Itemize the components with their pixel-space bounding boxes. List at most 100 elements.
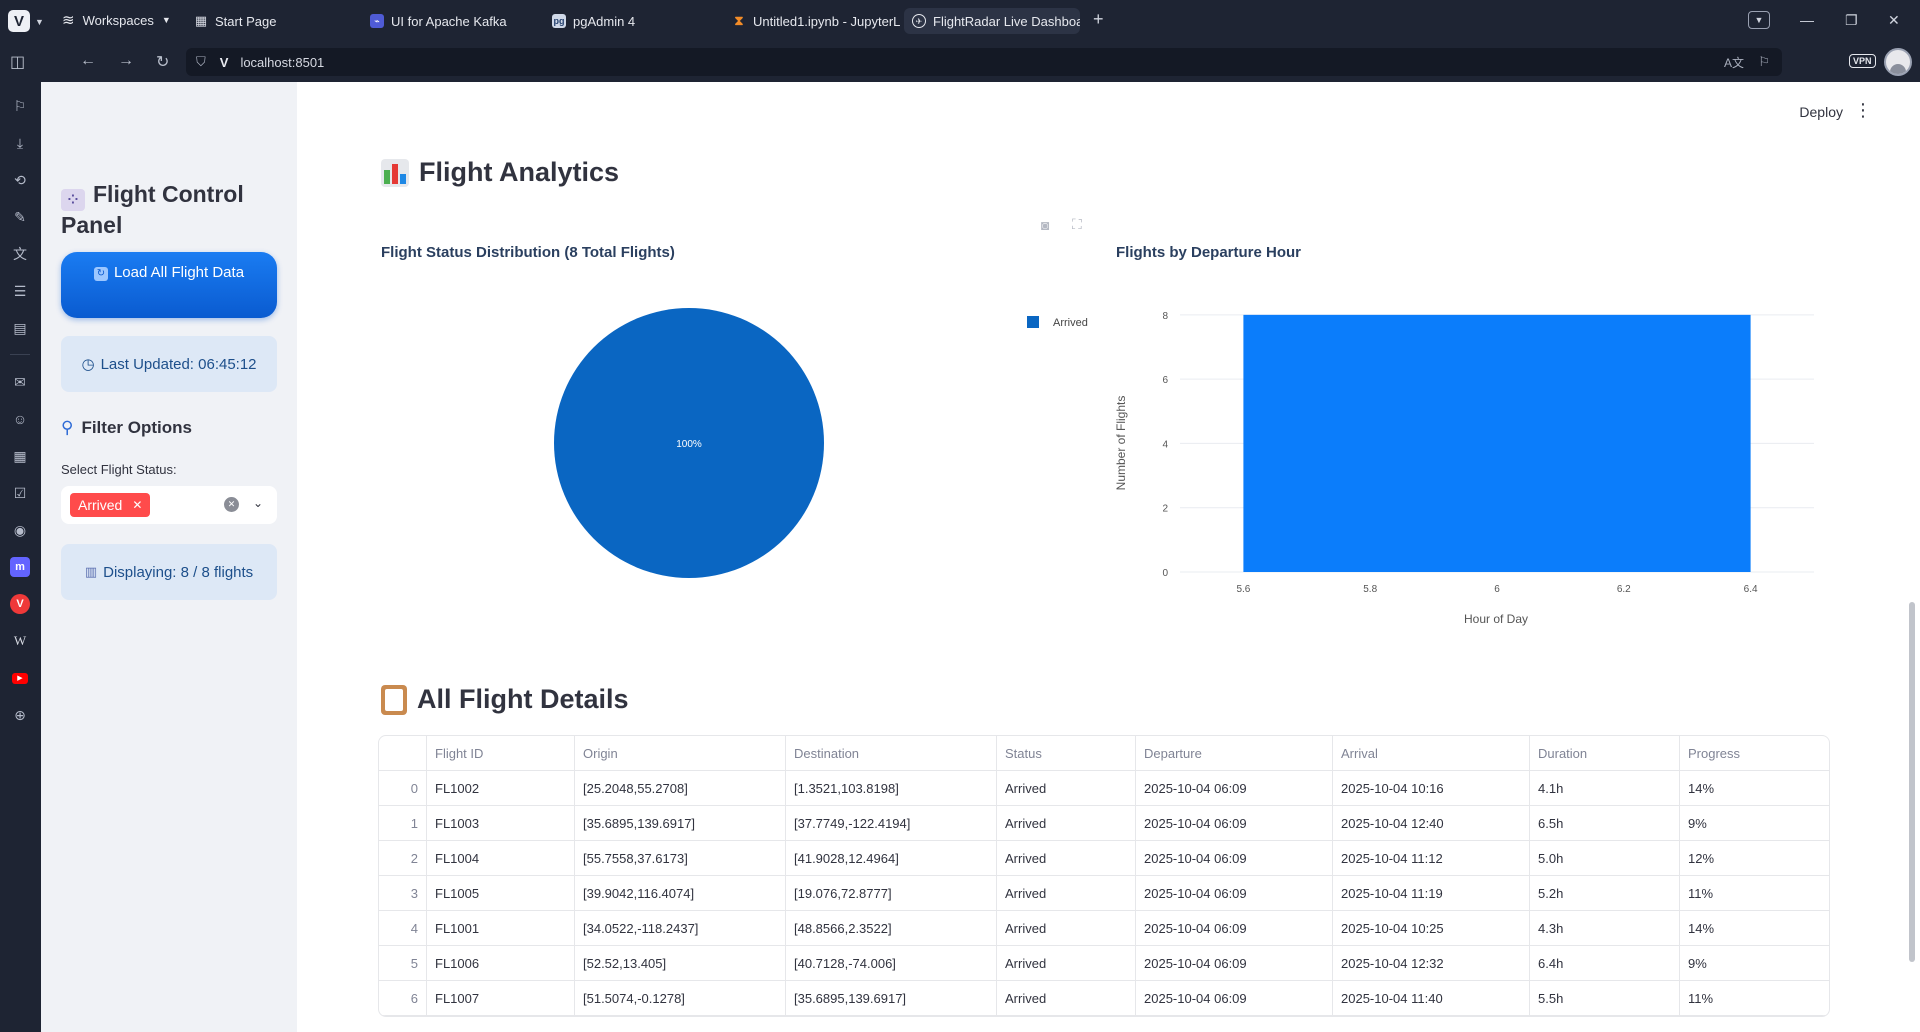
calendar-icon[interactable]: ▦ bbox=[10, 446, 30, 466]
shield-icon[interactable]: ⛉ bbox=[196, 54, 206, 70]
table-cell[interactable]: 5.2h bbox=[1530, 876, 1680, 910]
wikipedia-icon[interactable]: W bbox=[10, 631, 30, 651]
row-index-cell[interactable]: 1 bbox=[379, 806, 427, 840]
table-row[interactable]: 6 FL1007 [51.5074,-0.1278] [35.6895,139.691… bbox=[379, 981, 1829, 1016]
column-header-destination[interactable]: Destination bbox=[786, 736, 997, 770]
reader-icon[interactable]: ▤ bbox=[10, 318, 30, 338]
table-cell[interactable]: 11% bbox=[1680, 876, 1829, 910]
table-cell[interactable]: 2025-10-04 10:16 bbox=[1333, 771, 1530, 805]
tab-kafka-ui[interactable]: ⌁ UI for Apache Kafka bbox=[362, 8, 532, 34]
clear-all-icon[interactable]: ✕ bbox=[224, 497, 239, 512]
table-cell[interactable]: 2025-10-04 06:09 bbox=[1136, 841, 1333, 875]
column-header-arrival[interactable]: Arrival bbox=[1333, 736, 1530, 770]
table-cell[interactable]: 14% bbox=[1680, 911, 1829, 945]
restore-button[interactable]: ❐ bbox=[1845, 12, 1858, 29]
table-cell[interactable]: 2025-10-04 12:32 bbox=[1333, 946, 1530, 980]
chevron-down-icon[interactable]: ▼ bbox=[35, 17, 44, 27]
page-scrollbar[interactable] bbox=[1909, 602, 1915, 962]
table-cell[interactable]: [55.7558,37.6173] bbox=[575, 841, 786, 875]
panel-toggle-icon[interactable]: ◫ bbox=[10, 52, 25, 72]
table-cell[interactable]: 2025-10-04 06:09 bbox=[1136, 876, 1333, 910]
table-cell[interactable]: [48.8566,2.3522] bbox=[786, 911, 997, 945]
table-cell[interactable]: Arrived bbox=[997, 771, 1136, 805]
contacts-icon[interactable]: ☺ bbox=[10, 409, 30, 429]
youtube-icon[interactable]: ▶ bbox=[10, 668, 30, 688]
vivaldi-menu-icon[interactable]: V bbox=[8, 10, 30, 32]
table-cell[interactable]: 2025-10-04 11:12 bbox=[1333, 841, 1530, 875]
table-cell[interactable]: FL1003 bbox=[427, 806, 575, 840]
table-row[interactable]: 4 FL1001 [34.0522,-118.2437] [48.8566,2.352… bbox=[379, 911, 1829, 946]
table-cell[interactable]: [34.0522,-118.2437] bbox=[575, 911, 786, 945]
column-header-flight-id[interactable]: Flight ID bbox=[427, 736, 575, 770]
fullscreen-icon[interactable]: ⛶ bbox=[1072, 216, 1082, 233]
table-cell[interactable]: Arrived bbox=[997, 981, 1136, 1015]
table-cell[interactable]: 9% bbox=[1680, 946, 1829, 980]
table-cell[interactable]: [25.2048,55.2708] bbox=[575, 771, 786, 805]
table-cell[interactable]: 4.3h bbox=[1530, 911, 1680, 945]
table-cell[interactable]: 2025-10-04 11:19 bbox=[1333, 876, 1530, 910]
table-row[interactable]: 1 FL1003 [35.6895,139.6917] [37.7749,-122.4… bbox=[379, 806, 1829, 841]
table-cell[interactable]: 4.1h bbox=[1530, 771, 1680, 805]
table-row[interactable]: 3 FL1005 [39.9042,116.4074] [19.076,72.8777… bbox=[379, 876, 1829, 911]
status-chip-arrived[interactable]: Arrived ✕ bbox=[70, 493, 151, 517]
table-cell[interactable]: 2025-10-04 11:40 bbox=[1333, 981, 1530, 1015]
table-cell[interactable]: Arrived bbox=[997, 806, 1136, 840]
forward-arrow-icon[interactable]: → bbox=[118, 52, 134, 70]
table-cell[interactable]: 2025-10-04 06:09 bbox=[1136, 981, 1333, 1015]
row-index-cell[interactable]: 6 bbox=[379, 981, 427, 1015]
table-cell[interactable]: FL1007 bbox=[427, 981, 575, 1015]
downloads-icon[interactable]: ⤓ bbox=[10, 133, 30, 153]
vivaldi-social-icon[interactable]: V bbox=[10, 594, 30, 614]
table-cell[interactable]: FL1006 bbox=[427, 946, 575, 980]
table-cell[interactable]: [41.9028,12.4964] bbox=[786, 841, 997, 875]
table-row[interactable]: 5 FL1006 [52.52,13.405] [40.7128,-74.006] Ar… bbox=[379, 946, 1829, 981]
table-cell[interactable]: 2025-10-04 10:25 bbox=[1333, 911, 1530, 945]
table-cell[interactable]: Arrived bbox=[997, 946, 1136, 980]
table-cell[interactable]: 2025-10-04 06:09 bbox=[1136, 911, 1333, 945]
history-icon[interactable]: ⟲ bbox=[10, 170, 30, 190]
flight-status-multiselect[interactable]: Arrived ✕ ✕ ⌄ bbox=[61, 486, 277, 524]
flight-details-table[interactable]: Flight ID Origin Destination Status Depa… bbox=[378, 735, 1830, 1017]
bar[interactable] bbox=[1243, 314, 1751, 572]
table-cell[interactable]: Arrived bbox=[997, 876, 1136, 910]
tab-pgadmin[interactable]: pg pgAdmin 4 bbox=[544, 8, 704, 34]
mail-icon[interactable]: ✉ bbox=[10, 372, 30, 392]
bookmark-icon[interactable]: ⚐ bbox=[1758, 54, 1770, 70]
tasks-icon[interactable]: ☑ bbox=[10, 483, 30, 503]
avatar[interactable] bbox=[1884, 48, 1912, 76]
column-header-origin[interactable]: Origin bbox=[575, 736, 786, 770]
table-cell[interactable]: [39.9042,116.4074] bbox=[575, 876, 786, 910]
camera-icon[interactable]: ◙ bbox=[1041, 217, 1049, 233]
workspaces-button[interactable]: ≋ Workspaces ▼ bbox=[62, 11, 171, 29]
table-cell[interactable]: [19.076,72.8777] bbox=[786, 876, 997, 910]
chevron-down-icon[interactable]: ⌄ bbox=[253, 496, 263, 510]
table-cell[interactable]: [35.6895,139.6917] bbox=[575, 806, 786, 840]
table-cell[interactable]: [1.3521,103.8198] bbox=[786, 771, 997, 805]
reload-icon[interactable]: ↻ bbox=[156, 52, 169, 72]
table-cell[interactable]: [35.6895,139.6917] bbox=[786, 981, 997, 1015]
bookmarks-panel-icon[interactable]: ⚐ bbox=[10, 96, 30, 116]
table-cell[interactable]: 2025-10-04 12:40 bbox=[1333, 806, 1530, 840]
table-cell[interactable]: 14% bbox=[1680, 771, 1829, 805]
url-bar[interactable]: ⛉ V localhost:8501 A文 ⚐ bbox=[186, 48, 1782, 76]
table-cell[interactable]: 2025-10-04 06:09 bbox=[1136, 946, 1333, 980]
add-panel-icon[interactable]: ⊕ bbox=[10, 705, 30, 725]
url-text[interactable]: localhost:8501 bbox=[240, 55, 324, 70]
table-cell[interactable]: FL1002 bbox=[427, 771, 575, 805]
table-row[interactable]: 2 FL1004 [55.7558,37.6173] [41.9028,12.4964… bbox=[379, 841, 1829, 876]
table-row[interactable]: 0 FL1002 [25.2048,55.2708] [1.3521,103.8198… bbox=[379, 771, 1829, 806]
column-header-status[interactable]: Status bbox=[997, 736, 1136, 770]
feeds-icon[interactable]: ◉ bbox=[10, 520, 30, 540]
column-header-departure[interactable]: Departure bbox=[1136, 736, 1333, 770]
vpn-badge[interactable]: VPN bbox=[1849, 54, 1876, 68]
column-header-index[interactable] bbox=[379, 736, 427, 770]
main-menu-icon[interactable]: ⋮ bbox=[1854, 100, 1872, 121]
table-cell[interactable]: [37.7749,-122.4194] bbox=[786, 806, 997, 840]
row-index-cell[interactable]: 4 bbox=[379, 911, 427, 945]
table-cell[interactable]: 9% bbox=[1680, 806, 1829, 840]
tab-jupyterlab[interactable]: ⧗ Untitled1.ipynb - JupyterLab bbox=[724, 8, 900, 34]
legend-swatch-arrived[interactable] bbox=[1027, 316, 1039, 328]
table-cell[interactable]: 11% bbox=[1680, 981, 1829, 1015]
close-window-button[interactable]: ✕ bbox=[1888, 12, 1900, 29]
new-tab-button[interactable]: + bbox=[1093, 9, 1104, 30]
